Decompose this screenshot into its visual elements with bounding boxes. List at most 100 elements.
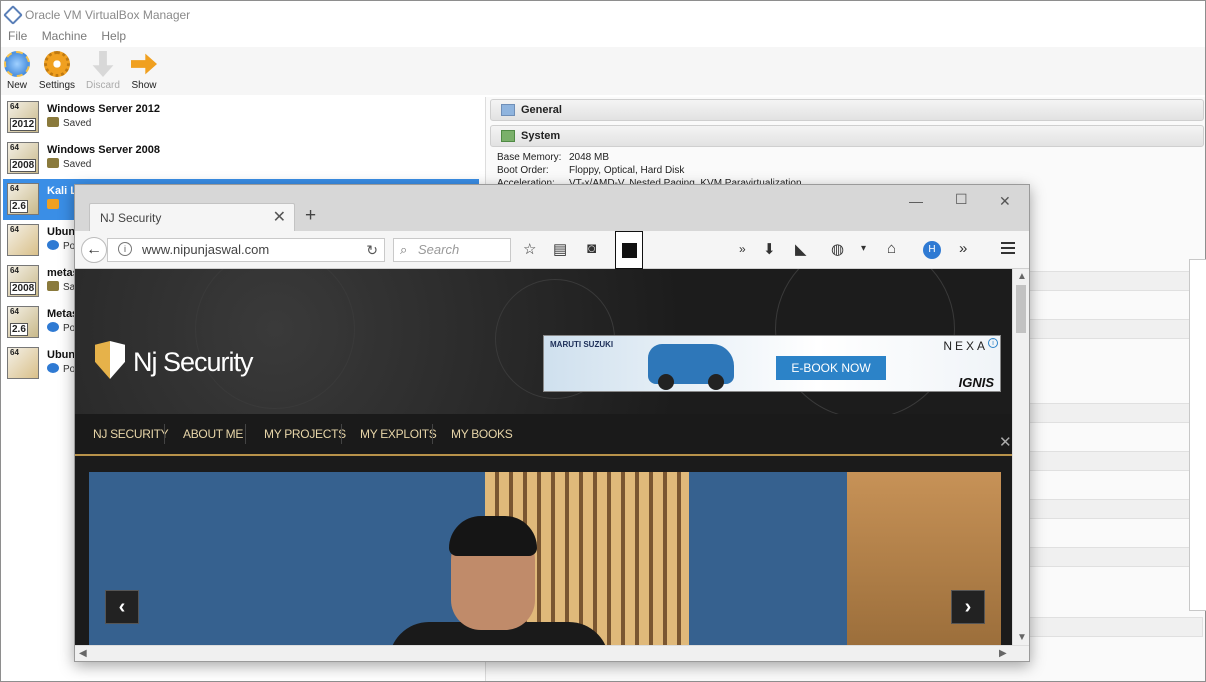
vm-state: Saved <box>47 117 91 129</box>
gear-icon <box>44 51 70 77</box>
os-icon: 64 2008 <box>7 265 39 297</box>
reload-icon[interactable]: ↻ <box>366 239 378 261</box>
general-section-title: General <box>521 104 562 116</box>
nav-my-projects[interactable]: MY PROJECTS <box>264 427 346 441</box>
window-title: Oracle VM VirtualBox Manager <box>1 1 1205 29</box>
os-icon: 64 2.6 <box>7 306 39 338</box>
tab-bar: NJ Security ✕ + — ☐ ✕ <box>75 185 1029 231</box>
nav-nj-security[interactable]: NJ SECURITY <box>93 427 169 441</box>
home-icon[interactable]: ⌂ <box>887 240 896 257</box>
close-icon[interactable]: ✕ <box>999 193 1011 210</box>
reading-list-icon[interactable]: ▤ <box>553 240 567 258</box>
overflow-chevron-icon[interactable]: » <box>739 242 746 256</box>
scroll-up-icon[interactable]: ▲ <box>1017 271 1027 282</box>
more-tools-icon[interactable]: » <box>959 240 967 257</box>
menu-help[interactable]: Help <box>101 29 126 43</box>
nav-my-books[interactable]: MY BOOKS <box>451 427 513 441</box>
slider-next-button[interactable]: › <box>951 590 985 624</box>
chip-icon <box>501 130 515 142</box>
horizontal-scrollbar[interactable]: ◀ ▶ <box>75 645 1029 661</box>
show-arrow-icon <box>131 53 157 75</box>
virtualbox-logo-icon <box>3 5 23 25</box>
saved-icon <box>47 158 59 168</box>
saved-icon <box>47 281 59 291</box>
general-section-header[interactable]: General <box>490 99 1204 121</box>
settings-button[interactable]: Settings <box>35 51 79 91</box>
boot-order-label: Boot Order: <box>497 165 549 176</box>
new-tab-button[interactable]: + <box>305 205 316 227</box>
settings-button-label: Settings <box>38 80 76 91</box>
bookmark-star-icon[interactable]: ☆ <box>523 240 536 258</box>
nav-divider <box>432 424 433 444</box>
site-navigation: NJ SECURITY ABOUT ME MY PROJECTS MY EXPL… <box>75 414 1012 456</box>
general-icon <box>501 104 515 116</box>
extension-button[interactable] <box>615 231 643 269</box>
back-button[interactable]: ← <box>81 237 107 263</box>
version-badge: 2.6 <box>10 200 28 213</box>
new-button[interactable]: New <box>0 51 39 91</box>
menu-file[interactable]: File <box>8 29 27 43</box>
os-icon: 64 2008 <box>7 142 39 174</box>
close-tab-icon[interactable]: ✕ <box>273 204 286 232</box>
profile-icon[interactable]: H <box>923 241 941 259</box>
vm-state-text: Saved <box>63 159 92 170</box>
arch-badge: 64 <box>10 102 19 111</box>
cookie-icon[interactable]: ◍ <box>831 240 844 258</box>
ebook-now-button[interactable]: E-BOOK NOW <box>776 356 886 380</box>
arch-badge: 64 <box>10 184 19 193</box>
version-badge: 2012 <box>10 118 37 131</box>
vm-item[interactable]: 64 2008 Windows Server 2008 Saved <box>3 138 479 179</box>
wrench-icon[interactable]: ✕ <box>999 433 1012 451</box>
slider-prev-button[interactable]: ‹ <box>105 590 139 624</box>
vm-name: Windows Server 2012 <box>47 103 161 115</box>
show-button-label: Show <box>131 80 157 91</box>
minimize-icon[interactable]: — <box>909 193 923 209</box>
arch-badge: 64 <box>10 143 19 152</box>
os-icon: 64 2.6 <box>7 183 39 215</box>
running-arrow-icon <box>47 199 59 209</box>
car-image <box>648 344 734 390</box>
pocket-icon[interactable]: ◙ <box>587 240 596 257</box>
info-icon[interactable]: i <box>118 242 132 256</box>
system-section-header[interactable]: System <box>490 125 1204 147</box>
os-icon: 64 <box>7 347 39 379</box>
base-memory-label: Base Memory: <box>497 152 562 163</box>
base-memory-value: 2048 MB <box>569 152 610 163</box>
rss-icon[interactable]: ◣ <box>795 240 807 258</box>
vertical-scrollbar[interactable]: ▲ ▼ <box>1012 269 1029 645</box>
vm-state: Po <box>47 363 75 375</box>
extension-icon <box>622 243 637 258</box>
maximize-icon[interactable]: ☐ <box>955 191 968 208</box>
arch-badge: 64 <box>10 307 19 316</box>
header-ornament <box>195 269 355 409</box>
site-logo-text[interactable]: Nj Security <box>133 347 254 378</box>
ad-info-icon[interactable]: i <box>988 338 998 348</box>
system-section-title: System <box>521 130 561 142</box>
nav-my-exploits[interactable]: MY EXPLOITS <box>360 427 437 441</box>
download-icon[interactable]: ⬇ <box>763 240 776 258</box>
site-header: Nj Security MARUTI SUZUKI E-BOOK NOW NEX… <box>75 269 1012 419</box>
vm-item[interactable]: 64 2012 Windows Server 2012 Saved <box>3 97 479 138</box>
menu-bar: File Machine Help <box>1 29 1205 47</box>
search-input[interactable]: ⌕ Search <box>393 238 511 262</box>
version-badge: 2.6 <box>10 323 28 336</box>
os-icon: 64 2012 <box>7 101 39 133</box>
search-icon: ⌕ <box>400 242 408 257</box>
nav-about-me[interactable]: ABOUT ME <box>183 427 243 441</box>
scroll-down-icon[interactable]: ▼ <box>1017 632 1027 643</box>
dropdown-arrow-icon[interactable]: ▾ <box>861 243 866 254</box>
base-memory-row: Base Memory: 2048 MB <box>497 152 609 163</box>
vm-state: Saved <box>47 158 91 170</box>
discard-button[interactable]: Discard <box>81 51 125 91</box>
scrollbar-thumb[interactable] <box>1016 285 1026 333</box>
advertisement-banner[interactable]: MARUTI SUZUKI E-BOOK NOW NEXA IGNIS i <box>543 335 1001 392</box>
url-bar[interactable]: i www.nipunjaswal.com ↻ <box>107 238 385 262</box>
scroll-right-icon[interactable]: ▶ <box>999 648 1007 659</box>
os-icon: 64 <box>7 224 39 256</box>
hamburger-menu-icon[interactable] <box>1001 242 1015 254</box>
show-button[interactable]: Show <box>122 51 166 91</box>
vm-state: Po <box>47 322 75 334</box>
scroll-left-icon[interactable]: ◀ <box>79 648 87 659</box>
menu-machine[interactable]: Machine <box>42 29 87 43</box>
tab-nj-security[interactable]: NJ Security ✕ <box>89 203 295 231</box>
